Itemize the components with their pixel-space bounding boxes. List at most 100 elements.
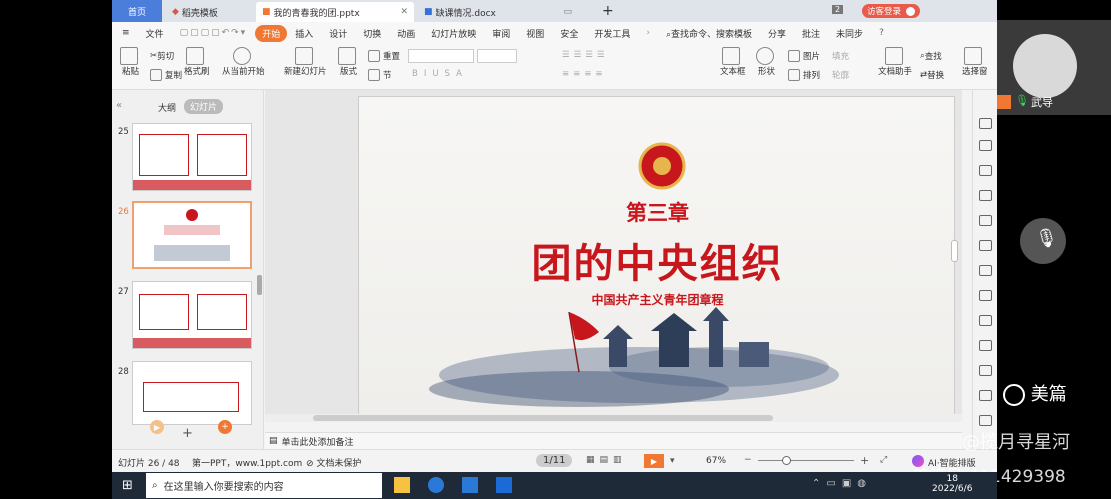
chart-icon[interactable] [979, 240, 992, 251]
zoom-in-button[interactable]: + [860, 454, 869, 467]
textbox-button[interactable]: 文本框 [720, 47, 746, 77]
menu-design[interactable]: 设计 [321, 27, 355, 40]
tray-icons[interactable]: ⌃▭▣◍ [812, 478, 872, 489]
arrange-button[interactable]: 排列 [788, 69, 820, 81]
comment-button[interactable]: 批注 [794, 27, 828, 40]
slides-tab[interactable]: 幻灯片 [184, 99, 224, 114]
slideshow-play-button[interactable]: ▶ [644, 454, 664, 468]
tab-home[interactable]: 首页 [112, 0, 162, 22]
section-button[interactable]: 节 [368, 69, 392, 81]
play-from-current-button[interactable]: 从当前开始 [222, 47, 265, 77]
new-slide-button[interactable]: 新建幻灯片 [284, 47, 327, 77]
slide-thumbnail-27[interactable] [132, 281, 252, 349]
copy-button[interactable]: 复制 [150, 69, 182, 81]
box-icon[interactable] [979, 340, 992, 351]
zoom-slider-thumb[interactable] [782, 456, 791, 465]
protection-status[interactable]: ⊘ 文档未保护 [306, 456, 361, 469]
menu-insert[interactable]: 插入 [287, 27, 321, 40]
align-buttons[interactable]: ≡≡≡≡ [562, 69, 607, 79]
menu-view[interactable]: 视图 [518, 27, 552, 40]
quick-access-icons[interactable]: ▢▢▢▢↶↷▾ [172, 28, 256, 38]
shape-icon[interactable] [979, 165, 992, 176]
menu-start[interactable]: 开始 [255, 24, 288, 42]
photo-icon[interactable] [979, 365, 992, 376]
outline-button[interactable]: 轮廓 [832, 69, 849, 81]
slide-thumbnail-26[interactable] [132, 201, 252, 269]
font-name-select[interactable] [408, 49, 474, 63]
doc-assistant-button[interactable]: 文档助手 [878, 47, 912, 77]
close-icon[interactable]: ✕ [400, 7, 408, 17]
file-explorer-icon[interactable] [394, 477, 410, 493]
wps-icon[interactable] [462, 477, 478, 493]
paint-icon[interactable] [979, 190, 992, 201]
taskbar-search-input[interactable]: ⌕ 在这里输入你要搜索的内容 [146, 473, 382, 498]
notes-bar[interactable]: ▤ 单击此处添加备注 [265, 432, 962, 449]
shape-button[interactable]: 形状 [756, 47, 777, 77]
select-pane-button[interactable]: 选择窗 [962, 47, 988, 77]
guest-login-button[interactable]: 访客登录 [862, 4, 920, 18]
reset-button[interactable]: 重置 [368, 50, 400, 62]
sync-button[interactable]: 未同步 [828, 27, 871, 40]
browser-icon[interactable] [428, 477, 444, 493]
slide-thumbnail-25[interactable] [132, 123, 252, 191]
menu-review[interactable]: 审阅 [484, 27, 518, 40]
add-icon[interactable]: + [218, 420, 232, 434]
clock[interactable]: 18 2022/6/6 [932, 474, 972, 494]
menu-slideshow[interactable]: 幻灯片放映 [423, 27, 484, 40]
tab-docx[interactable]: ■ 缺课情况.docx ▭ [418, 2, 578, 22]
copy-icon[interactable] [979, 140, 992, 151]
zoom-slider[interactable] [758, 456, 854, 465]
tab-pptx[interactable]: ■ 我的青春我的团.pptx ✕ [256, 2, 414, 22]
hamburger-icon[interactable]: ≡ [112, 28, 138, 38]
scroll-thumb[interactable] [313, 415, 773, 421]
menu-transition[interactable]: 切换 [355, 27, 389, 40]
picture-button[interactable]: 图片 [788, 50, 820, 62]
replace-button[interactable]: ⇄ 替换 [920, 69, 944, 81]
fit-window-icon[interactable]: ⤢ [880, 455, 887, 465]
font-size-select[interactable] [477, 49, 517, 63]
paragraph-buttons[interactable]: ☰☰☰☰ [562, 50, 608, 60]
collapse-panel-icon[interactable]: « [116, 100, 122, 111]
window-count-badge[interactable]: 2 [832, 5, 844, 14]
menu-file[interactable]: 文件 [138, 27, 172, 40]
menu-security[interactable]: 安全 [552, 27, 586, 40]
layout-button[interactable]: 版式 [338, 47, 359, 77]
vertical-scrollbar[interactable] [951, 240, 958, 262]
share-button[interactable]: 分享 [760, 27, 794, 40]
monitor-icon[interactable]: ▭ [563, 7, 572, 17]
panel-scrollbar[interactable] [257, 275, 262, 295]
help-icon[interactable]: ? [871, 28, 892, 38]
fill-button[interactable]: 填充 [832, 50, 849, 62]
meeting-app-icon[interactable] [496, 477, 512, 493]
cut-button[interactable]: ✂ 剪切 [150, 50, 174, 62]
more-menu-icon[interactable]: › [638, 28, 658, 38]
menu-developer[interactable]: 开发工具 [586, 27, 638, 40]
add-slide-button[interactable]: + [182, 426, 193, 441]
export-icon[interactable] [979, 315, 992, 326]
zoom-level[interactable]: 67% [706, 456, 726, 466]
chevron-down-icon[interactable]: ▾ [670, 456, 675, 466]
volume-icon[interactable] [979, 390, 992, 401]
pin-icon[interactable] [979, 118, 992, 129]
find-button[interactable]: ⌕ 查找 [920, 50, 942, 62]
image-icon[interactable] [979, 290, 992, 301]
settings-icon[interactable] [979, 265, 992, 276]
new-tab-button[interactable]: + [602, 3, 614, 19]
search-command[interactable]: ⌕查找命令、搜索模板 [658, 27, 760, 40]
tab-docer[interactable]: ◆ 稻壳模板 [166, 2, 254, 22]
play-icon[interactable]: ▶ [150, 420, 164, 434]
menu-animation[interactable]: 动画 [389, 27, 423, 40]
format-brush-button[interactable]: 格式刷 [184, 47, 210, 77]
horizontal-scrollbar[interactable] [265, 414, 962, 422]
zoom-out-button[interactable]: − [744, 455, 752, 465]
grid-icon[interactable] [979, 215, 992, 226]
paste-button[interactable]: 粘贴 [120, 47, 141, 77]
view-mode-buttons[interactable]: ▦▤▥ [586, 455, 627, 465]
mute-button[interactable]: 🎙 [1020, 218, 1066, 264]
outline-tab[interactable]: 大纲 [158, 101, 176, 114]
font-style-buttons[interactable]: BIUSA [412, 69, 468, 79]
shield-icon[interactable] [979, 415, 992, 426]
current-slide[interactable]: 第三章 团的中央组织 中国共产主义青年团章程 [358, 96, 955, 422]
windows-start-icon[interactable]: ⊞ [122, 478, 133, 493]
slide-thumbnail-28[interactable] [132, 361, 252, 425]
